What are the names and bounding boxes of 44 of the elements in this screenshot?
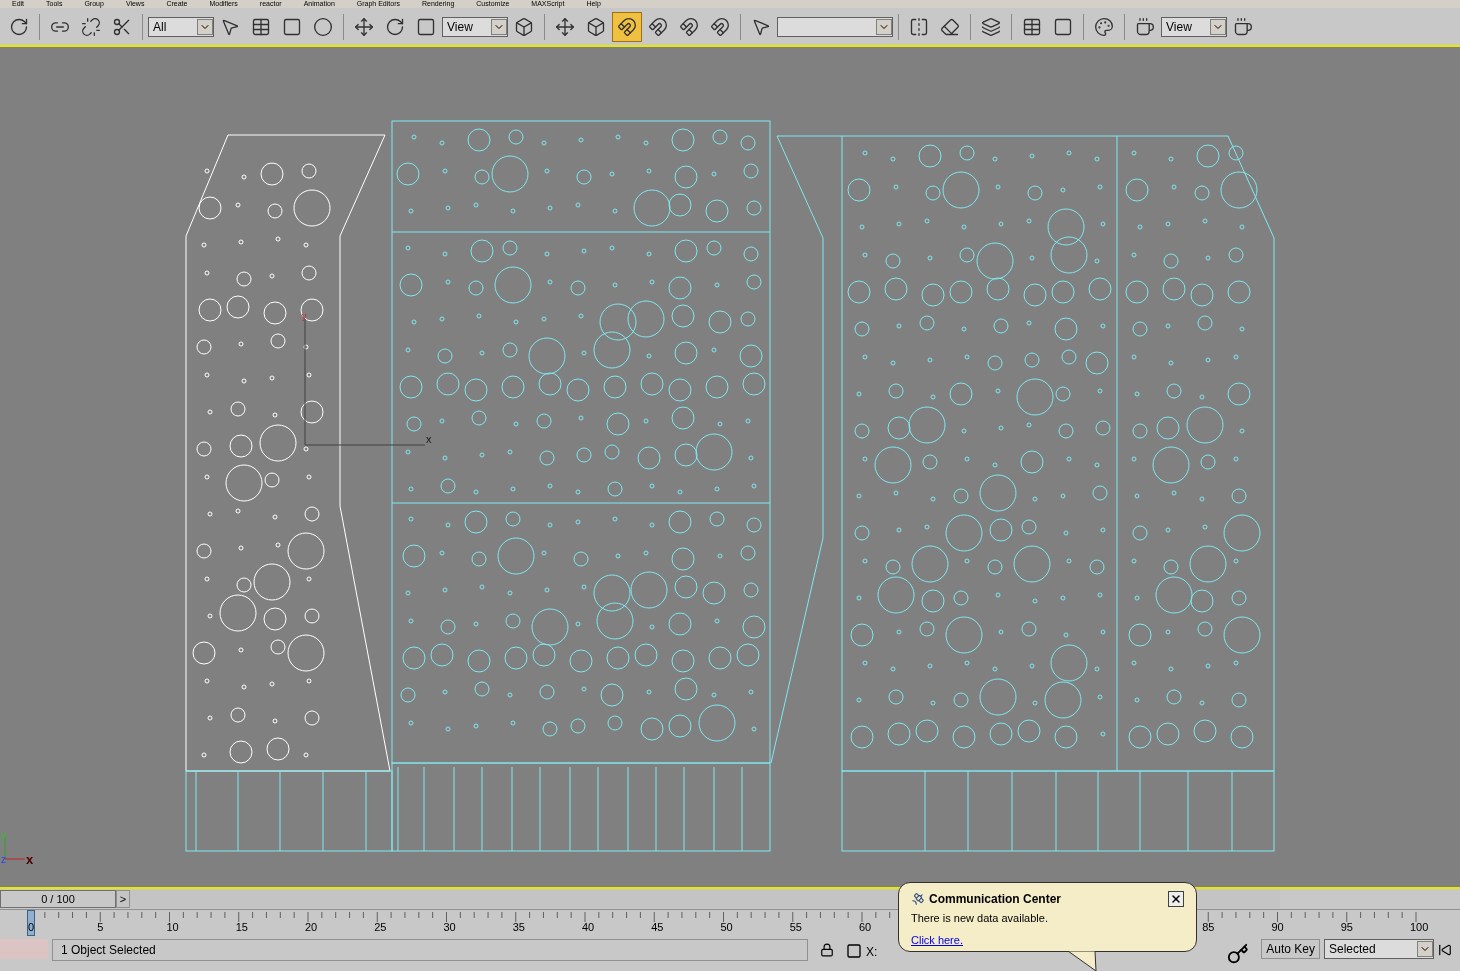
selection-filter-dropdown[interactable]: All xyxy=(148,16,214,37)
axis-tripod: y z x xyxy=(1,830,34,867)
frame-number: 85 xyxy=(1202,922,1215,933)
key-icon[interactable] xyxy=(1227,943,1250,965)
frame-number: 45 xyxy=(651,922,664,933)
close-icon xyxy=(1170,893,1182,905)
satellite-icon xyxy=(911,892,925,906)
frame-number: 50 xyxy=(720,922,733,933)
frame-number: 60 xyxy=(859,922,872,933)
go-to-start-icon[interactable] xyxy=(1438,943,1452,957)
close-button[interactable] xyxy=(1168,891,1184,907)
frame-number: 0 xyxy=(28,922,35,933)
frame-marker[interactable] xyxy=(27,910,35,936)
frame-number: 20 xyxy=(305,922,318,933)
frame-number: 10 xyxy=(166,922,179,933)
x-label: X: xyxy=(866,944,878,961)
frame-number: 25 xyxy=(374,922,387,933)
frame-number: 5 xyxy=(97,922,104,933)
caret-icon xyxy=(491,18,507,35)
notification-message: There is new data available. xyxy=(911,911,1049,926)
notification-title: Communication Center xyxy=(929,891,1061,908)
caret-icon xyxy=(876,18,892,35)
frame-number: 95 xyxy=(1340,922,1353,933)
frame-number: 90 xyxy=(1271,922,1284,933)
caret-icon xyxy=(197,18,213,35)
auto-key-button[interactable]: Auto Key xyxy=(1261,939,1320,959)
named-selection-dropdown[interactable] xyxy=(777,16,893,37)
frame-number: 15 xyxy=(235,922,248,933)
frame-number: 100 xyxy=(1410,922,1429,933)
render-type-dropdown[interactable]: View xyxy=(1161,16,1227,37)
caret-icon xyxy=(1417,941,1433,957)
caret-icon xyxy=(1210,18,1226,35)
next-frame-button[interactable]: > xyxy=(116,890,130,908)
frame-counter[interactable]: 0 / 100 xyxy=(0,890,116,908)
click-here-link[interactable]: Click here. xyxy=(911,933,963,946)
frame-number: 35 xyxy=(512,922,525,933)
key-filter-dropdown[interactable]: Selected xyxy=(1324,939,1434,959)
transform-gizmo: y x xyxy=(302,311,432,446)
frame-number: 40 xyxy=(582,922,595,933)
snap-magnet-icon[interactable] xyxy=(612,11,642,42)
lock-icon[interactable] xyxy=(820,943,834,957)
frame-number: 30 xyxy=(443,922,456,933)
frame-number: 55 xyxy=(789,922,802,933)
coordinate-system-dropdown[interactable]: View xyxy=(442,16,508,37)
